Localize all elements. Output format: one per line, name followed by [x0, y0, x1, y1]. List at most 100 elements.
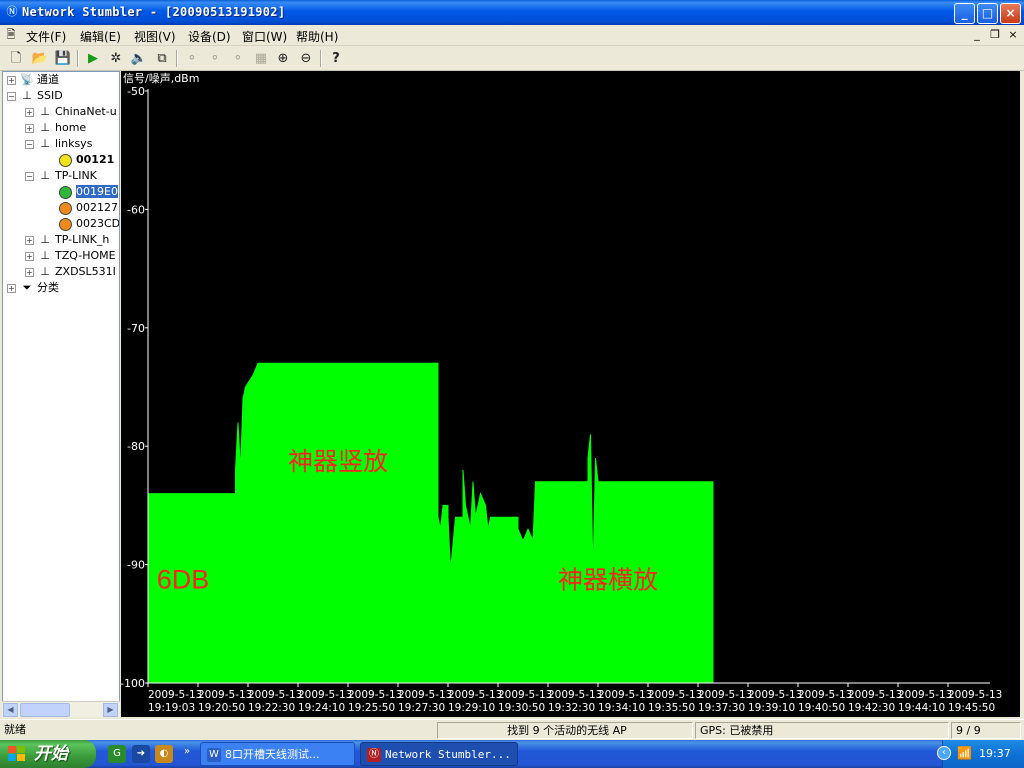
title-bar[interactable]: Ⓝ Network Stumbler - [20090513191902] _ … [0, 0, 1024, 25]
expand-icon[interactable]: + [7, 75, 16, 85]
x-tick-date-label: 2009-5-13 [598, 689, 652, 701]
y-tick-label: -50 [127, 85, 145, 98]
tree-horizontal-scrollbar[interactable]: ◀ ▶ [2, 701, 120, 717]
grid-icon[interactable]: ▦ [251, 49, 271, 68]
menu-file[interactable]: 文件(F) [26, 28, 66, 45]
document-icon[interactable]: 🗎 [4, 28, 18, 42]
x-tick-date-label: 2009-5-13 [348, 689, 402, 701]
tree-node-ssid-item[interactable]: + ⊥ ChinaNet-u [25, 104, 117, 120]
help-icon[interactable]: ? [326, 49, 346, 68]
auto-config-icon[interactable]: ✲ [106, 49, 126, 68]
network-icon: ⊥ [40, 265, 50, 278]
clock[interactable]: 19:37 [979, 747, 1011, 760]
network-stumbler-icon: Ⓝ [6, 5, 18, 18]
word-icon: W [207, 748, 221, 762]
network-icon: ⊥ [40, 105, 50, 118]
start-label: 开始 [34, 744, 68, 764]
zoom-in-icon[interactable]: ⊕ [273, 49, 293, 68]
wireless-network-icon[interactable]: 📶 [957, 746, 972, 760]
expand-icon[interactable]: + [25, 107, 34, 117]
disabled-tool-icon[interactable]: ⚬ [205, 49, 225, 68]
maximize-button[interactable]: □ [977, 3, 998, 24]
collapse-icon[interactable]: − [25, 139, 34, 149]
x-tick-time-label: 19:22:30 [248, 702, 295, 714]
tree-node-ssid-item[interactable]: + ⊥ ZXDSL531I [25, 264, 116, 280]
toolbar: 🗋 📂 💾 ▶ ✲ 🔈 ⧉ ⚬ ⚬ ⚬ ▦ ⊕ ⊖ ? [0, 46, 1024, 71]
scroll-left-icon[interactable]: ◀ [3, 703, 18, 717]
minimize-button[interactable]: _ [954, 3, 975, 24]
x-tick-date-label: 2009-5-13 [898, 689, 952, 701]
scroll-right-icon[interactable]: ▶ [103, 703, 118, 717]
mdi-minimize-button[interactable]: _ [970, 28, 984, 42]
tray-expand-icon[interactable]: ‹ [937, 746, 951, 760]
menu-help[interactable]: 帮助(H) [296, 28, 338, 45]
menu-view[interactable]: 视图(V) [134, 28, 176, 45]
network-stumbler-task-icon: Ⓝ [367, 748, 381, 762]
new-file-icon[interactable]: 🗋 [6, 49, 26, 68]
quick-launch-google-icon[interactable]: G [108, 745, 126, 763]
x-tick-time-label: 19:40:50 [798, 702, 845, 714]
x-tick-date-label: 2009-5-13 [398, 689, 452, 701]
open-folder-icon[interactable]: 📂 [30, 49, 50, 68]
tree-node-ap[interactable]: 0023CD [59, 216, 119, 232]
save-icon[interactable]: 💾 [53, 49, 73, 68]
expand-icon[interactable]: + [25, 251, 34, 261]
tree-node-ssid-item[interactable]: − ⊥ TP-LINK [25, 168, 97, 184]
windows-logo-icon [8, 746, 25, 761]
expand-icon[interactable]: + [25, 235, 34, 245]
menu-device[interactable]: 设备(D) [188, 28, 231, 45]
x-tick-date-label: 2009-5-13 [248, 689, 302, 701]
x-tick-time-label: 19:25:50 [348, 702, 395, 714]
tree-node-ssid-item[interactable]: − ⊥ linksys [25, 136, 92, 152]
tree-node-ssid-item[interactable]: + ⊥ TP-LINK_h [25, 232, 109, 248]
disabled-tool-icon[interactable]: ⚬ [182, 49, 202, 68]
task-word-document[interactable]: W 8口开槽天线测试... [200, 742, 355, 766]
collapse-icon[interactable]: − [25, 171, 34, 181]
status-ready: 就绪 [4, 723, 26, 736]
network-stumbler-window: Ⓝ Network Stumbler - [20090513191902] _ … [0, 0, 1024, 740]
x-tick-date-label: 2009-5-13 [548, 689, 602, 701]
tree-node-ssid-item[interactable]: + ⊥ TZQ-HOME [25, 248, 116, 264]
x-tick-time-label: 19:34:10 [598, 702, 645, 714]
mdi-restore-button[interactable]: ❐ [988, 28, 1002, 42]
quick-launch-more-icon[interactable]: » [178, 743, 196, 761]
start-scan-icon[interactable]: ▶ [83, 49, 103, 68]
task-network-stumbler[interactable]: Ⓝ Network Stumbler... [360, 742, 518, 766]
collapse-icon[interactable]: − [7, 91, 16, 101]
menu-edit[interactable]: 编辑(E) [80, 28, 121, 45]
disabled-tool-icon[interactable]: ⚬ [228, 49, 248, 68]
tree-node-ap[interactable]: 002127 [59, 200, 118, 216]
x-tick-date-label: 2009-5-13 [198, 689, 252, 701]
ssid-tree: + 📡 通道 − ⊥ SSID + ⊥ ChinaNet-u + ⊥ home − ⊥ linksy… [2, 71, 120, 717]
mdi-close-button[interactable]: × [1006, 28, 1020, 42]
expand-icon[interactable]: + [25, 123, 34, 133]
tree-node-channels[interactable]: + 📡 通道 [7, 72, 59, 88]
y-tick-label: -60 [127, 203, 145, 216]
quick-launch-media-icon[interactable]: ◐ [155, 745, 173, 763]
tree-node-ap-selected[interactable]: 0019E0 [59, 184, 118, 200]
x-tick-date-label: 2009-5-13 [848, 689, 902, 701]
sound-icon[interactable]: 🔈 [129, 49, 149, 68]
y-tick-label: -80 [127, 440, 145, 453]
taskbar: 开始 G ➜ ◐ » W 8口开槽天线测试... Ⓝ Network Stumb… [0, 740, 1024, 768]
copy-icon[interactable]: ⧉ [152, 49, 172, 68]
status-gps: GPS: 已被禁用 [695, 722, 949, 739]
menu-window[interactable]: 窗口(W) [242, 28, 287, 45]
expand-icon[interactable]: + [25, 267, 34, 277]
zoom-out-icon[interactable]: ⊖ [296, 49, 316, 68]
tree-node-ssid[interactable]: − ⊥ SSID [7, 88, 63, 104]
start-button[interactable]: 开始 [0, 740, 96, 768]
scroll-thumb[interactable] [20, 703, 70, 717]
close-button[interactable]: × [1000, 3, 1021, 24]
x-tick-time-label: 19:20:50 [198, 702, 245, 714]
quick-launch-app-icon[interactable]: ➜ [132, 745, 150, 763]
tree-node-filters[interactable]: + ⏷ 分类 [7, 280, 59, 296]
menu-bar: 🗎 文件(F) 编辑(E) 视图(V) 设备(D) 窗口(W) 帮助(H) _ … [0, 25, 1024, 46]
tree-node-ap[interactable]: 00121 [59, 152, 114, 168]
expand-icon[interactable]: + [7, 283, 16, 293]
chart-annotation: 神器横放 [558, 565, 658, 594]
y-tick-label: -100 [121, 677, 145, 690]
toolbar-separator [320, 50, 322, 67]
tree-node-ssid-item[interactable]: + ⊥ home [25, 120, 86, 136]
x-tick-date-label: 2009-5-13 [498, 689, 552, 701]
